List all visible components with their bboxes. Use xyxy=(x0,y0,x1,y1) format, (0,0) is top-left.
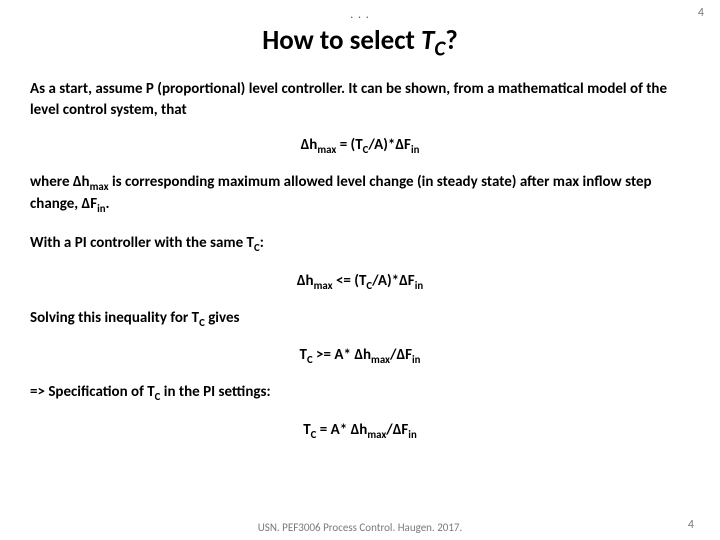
footer-text: USN. PEF3006 Process Control. Haugen. 20… xyxy=(0,521,720,534)
eq3-lhs: T xyxy=(300,346,307,364)
equation-3: TC >= A* Δhmax/ΔFin xyxy=(30,346,690,366)
p2-b: is corresponding maximum allowed level c… xyxy=(30,173,652,214)
p4-a: Solving this inequality for T xyxy=(30,309,199,327)
slide-title: How to select TC? xyxy=(30,24,690,61)
eq2-op: <= (T xyxy=(333,272,367,290)
eq4-lhs: T xyxy=(303,421,310,439)
eq2-lhs-sub: max xyxy=(314,279,333,292)
p5-b: in the PI settings: xyxy=(160,383,270,401)
eq1-fin-sub: in xyxy=(411,143,419,156)
paragraph-2: where Δhmax is corresponding maximum all… xyxy=(30,172,690,217)
paragraph-4: Solving this inequality for TC gives xyxy=(30,308,690,331)
p3-a: With a PI controller with the same T xyxy=(30,234,254,252)
title-var: T xyxy=(421,24,434,57)
title-var-sub: C xyxy=(434,35,445,61)
equation-2: Δhmax <= (TC/A)*ΔFin xyxy=(30,272,690,292)
title-text: How to select xyxy=(262,24,421,57)
p2-a: where Δh xyxy=(30,173,90,191)
eq3-fin-sub: in xyxy=(412,353,420,366)
eq3-mid: /ΔF xyxy=(390,346,412,364)
paragraph-5: => Specification of TC in the PI setting… xyxy=(30,382,690,405)
eq1-lhs-sub: max xyxy=(317,143,336,156)
eq2-mid: /A)*ΔF xyxy=(372,272,415,290)
eq4-fin-sub: in xyxy=(408,428,416,441)
p2-c: . xyxy=(106,195,110,213)
eq4-h-sub: max xyxy=(367,428,386,441)
p5-a: => Specification of T xyxy=(30,383,155,401)
p4-b: gives xyxy=(205,309,240,327)
eq2-fin-sub: in xyxy=(415,279,423,292)
p2-a-sub: max xyxy=(90,180,109,193)
eq1-lhs: Δh xyxy=(301,136,318,154)
page-number-bottom: 4 xyxy=(688,518,694,532)
title-q: ? xyxy=(445,24,458,57)
equation-4: TC = A* Δhmax/ΔFin xyxy=(30,421,690,441)
ellipsis: . . . xyxy=(30,8,690,22)
eq1-mid: /A)*ΔF xyxy=(368,136,411,154)
eq2-lhs: Δh xyxy=(297,272,314,290)
eq4-op: = A* Δh xyxy=(316,421,367,439)
eq3-op: >= A* Δh xyxy=(313,346,371,364)
eq1-eq: = (T xyxy=(336,136,362,154)
p3-b: : xyxy=(260,234,264,252)
equation-1: Δhmax = (TC/A)*ΔFin xyxy=(30,136,690,156)
slide: 4 . . . How to select TC? As a start, as… xyxy=(0,0,720,540)
eq3-h-sub: max xyxy=(371,353,390,366)
page-number-top: 4 xyxy=(698,6,704,20)
paragraph-3: With a PI controller with the same TC: xyxy=(30,233,690,256)
eq4-mid: /ΔF xyxy=(386,421,408,439)
paragraph-1: As a start, assume P (proportional) leve… xyxy=(30,79,690,120)
p2-b-sub: in xyxy=(97,202,105,215)
